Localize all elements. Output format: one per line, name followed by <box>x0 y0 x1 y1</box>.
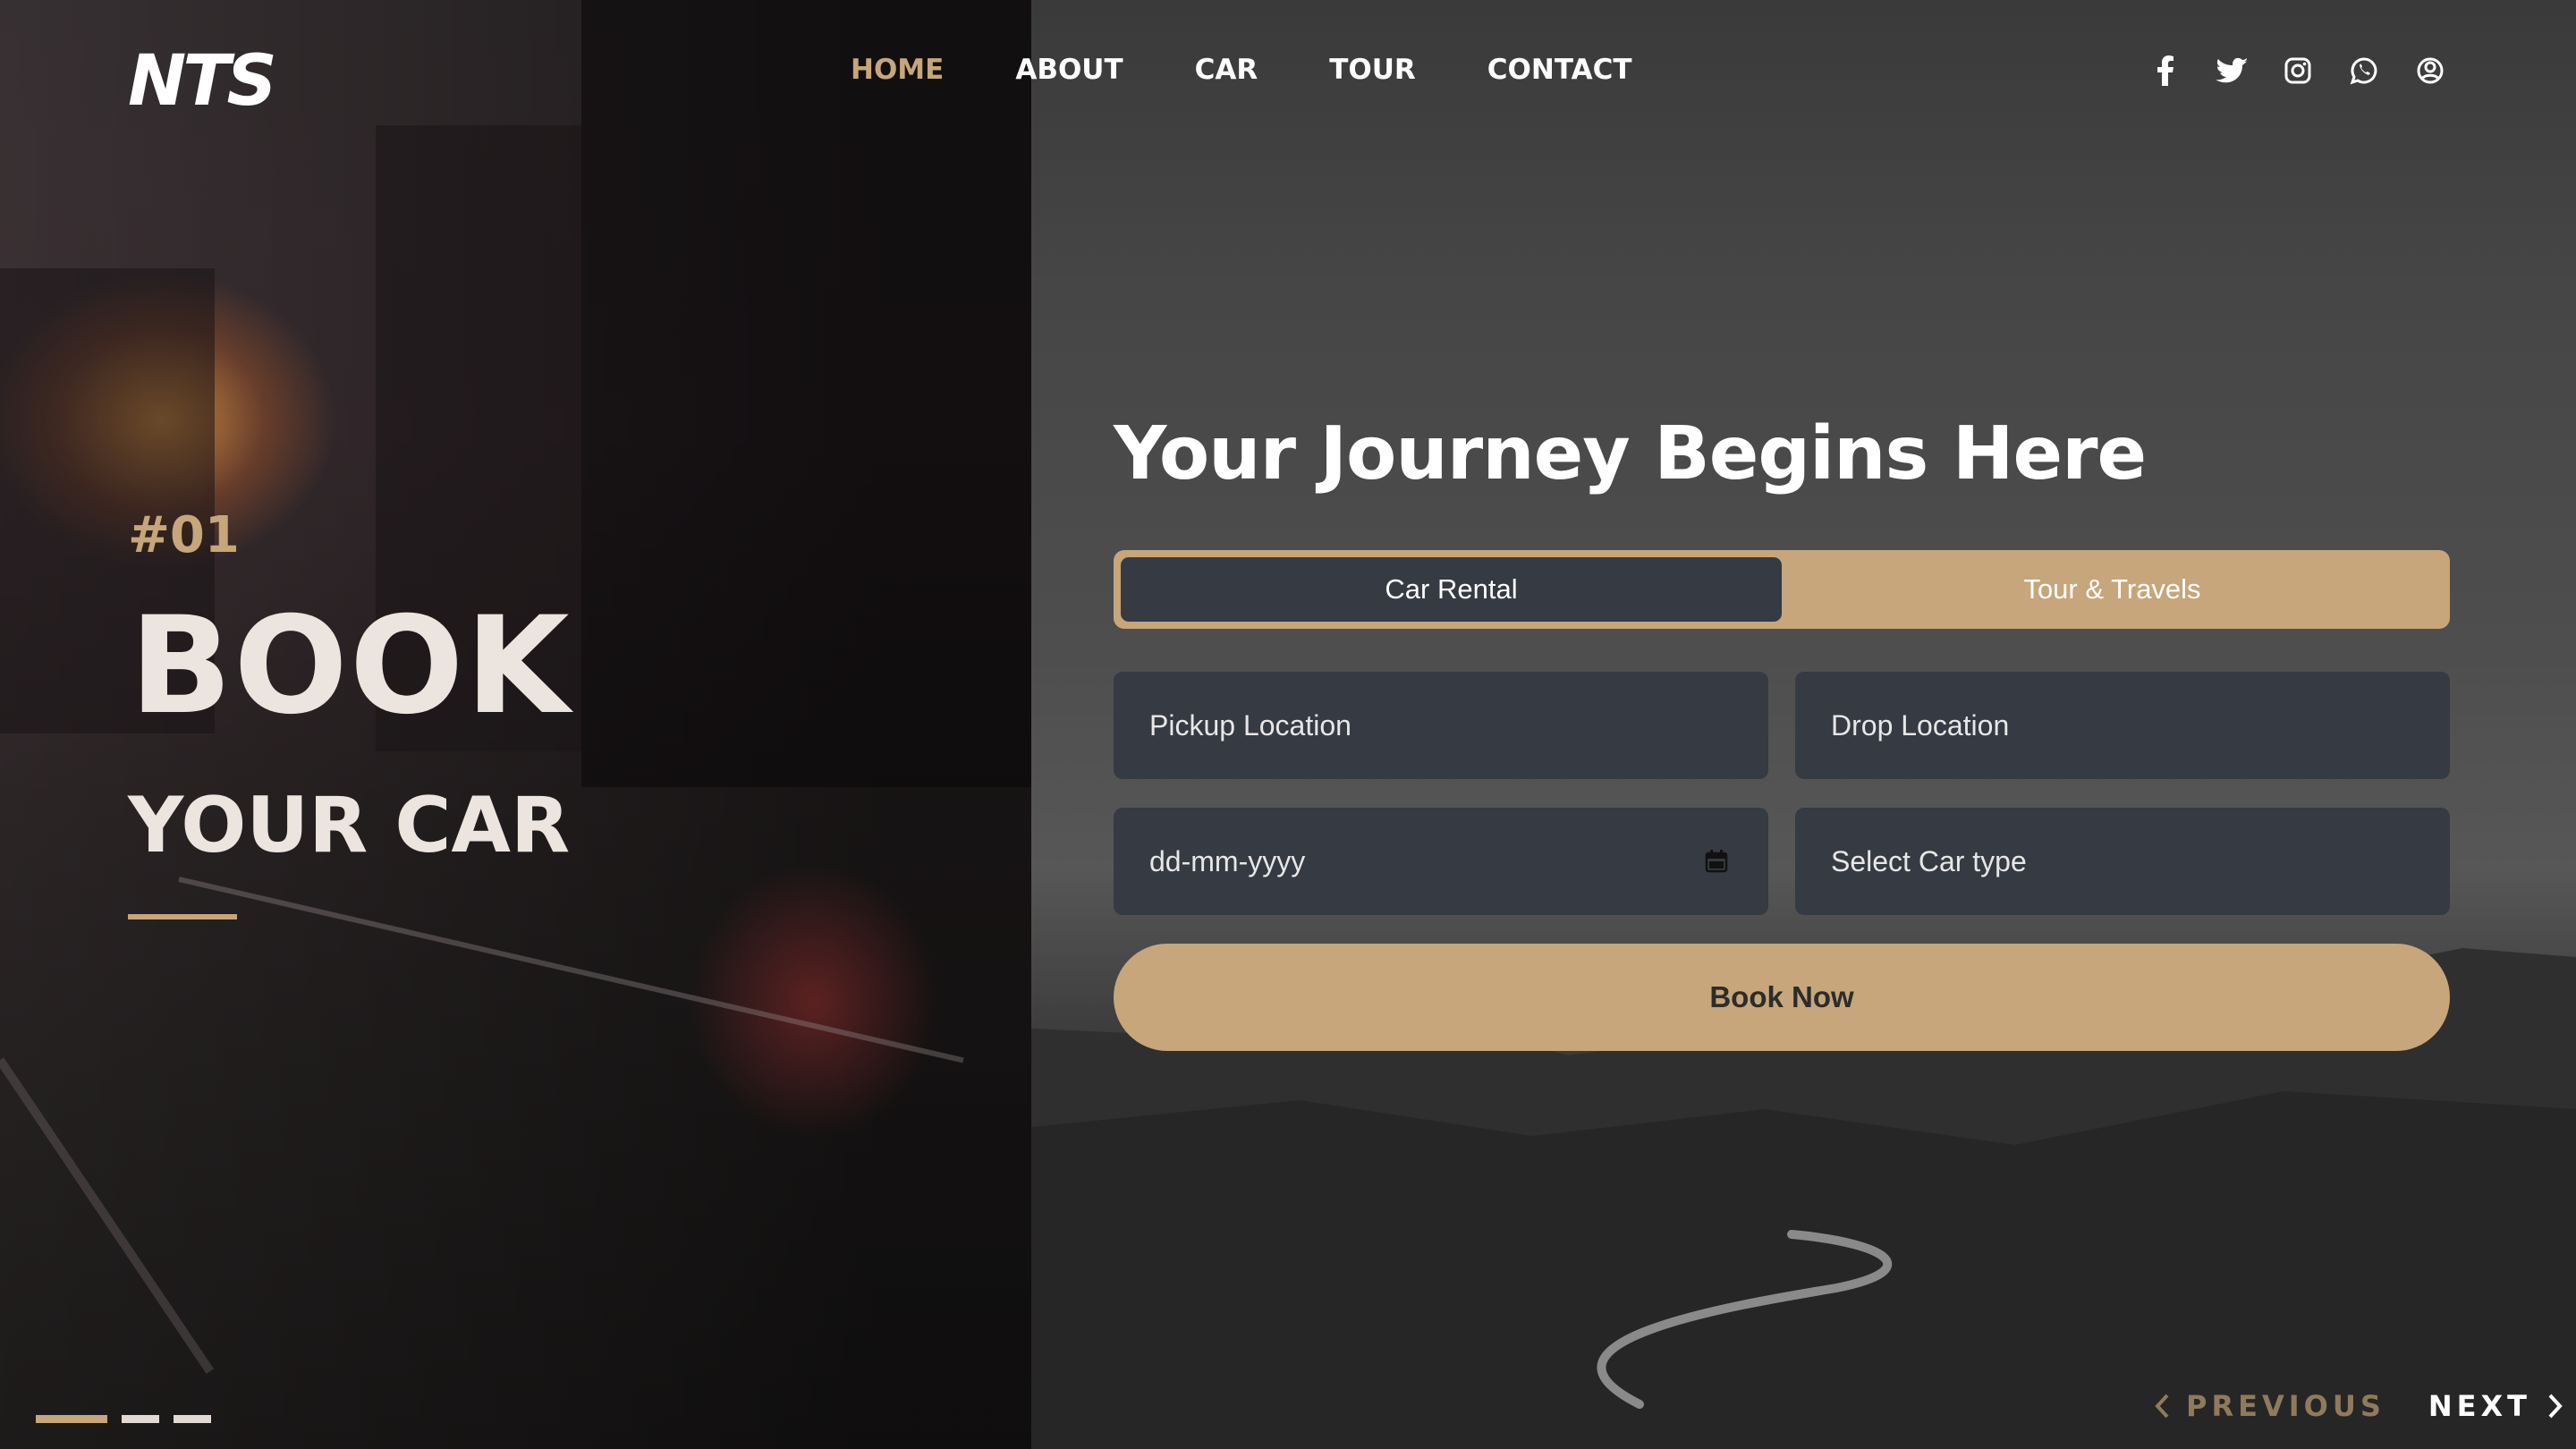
social-links <box>2148 54 2447 88</box>
nav-item-home[interactable]: HOME <box>851 54 944 86</box>
hero-divider <box>128 914 237 919</box>
drop-location-input[interactable]: Drop Location <box>1795 672 2450 779</box>
previous-button[interactable]: PREVIOUS <box>2154 1389 2385 1423</box>
car-type-select[interactable]: Select Car type <box>1795 808 2450 915</box>
chevron-left-icon <box>2155 1394 2169 1419</box>
hero-title: BOOK <box>130 589 572 744</box>
nav-item-about[interactable]: ABOUT <box>1015 54 1123 86</box>
user-icon[interactable] <box>2413 54 2447 88</box>
next-label: NEXT <box>2428 1389 2531 1423</box>
building-silhouette <box>581 0 1031 787</box>
booking-tabs: Car Rental Tour & Travels <box>1114 550 2450 629</box>
drop-location-placeholder: Drop Location <box>1831 708 2010 741</box>
slide-pager: PREVIOUS NEXT <box>2154 1389 2563 1423</box>
hero-subtitle: YOUR CAR <box>128 781 571 870</box>
slide-number: #01 <box>128 506 240 564</box>
main-nav: HOME ABOUT CAR TOUR CONTACT <box>851 54 1631 86</box>
book-now-button[interactable]: Book Now <box>1114 944 2450 1051</box>
whatsapp-icon[interactable] <box>2347 54 2381 88</box>
car-type-placeholder: Select Car type <box>1831 844 2027 877</box>
tab-tour-travels[interactable]: Tour & Travels <box>1782 557 2443 622</box>
facebook-icon[interactable] <box>2148 54 2182 88</box>
instagram-icon[interactable] <box>2281 54 2315 88</box>
date-placeholder: dd-mm-yyyy <box>1149 844 1306 877</box>
date-input[interactable]: dd-mm-yyyy <box>1114 808 1768 915</box>
slide-indicator-2[interactable] <box>122 1415 159 1423</box>
pickup-location-placeholder: Pickup Location <box>1149 708 1352 741</box>
brand-logo[interactable]: NTS <box>128 41 277 122</box>
next-button[interactable]: NEXT <box>2428 1389 2563 1423</box>
nav-item-car[interactable]: CAR <box>1195 54 1258 86</box>
twitter-icon[interactable] <box>2215 54 2249 88</box>
calendar-icon[interactable] <box>1705 850 1728 873</box>
slide-indicators <box>36 1415 211 1423</box>
slide-indicator-1[interactable] <box>36 1415 107 1423</box>
pickup-location-input[interactable]: Pickup Location <box>1114 672 1768 779</box>
booking-title: Your Journey Begins Here <box>1114 411 2147 496</box>
road-marking <box>178 877 964 1063</box>
tab-car-rental[interactable]: Car Rental <box>1121 557 1782 622</box>
nav-item-tour[interactable]: TOUR <box>1329 54 1416 86</box>
road-curb <box>0 1057 215 1374</box>
slide-indicator-3[interactable] <box>174 1415 211 1423</box>
nav-item-contact[interactable]: CONTACT <box>1487 54 1632 86</box>
previous-label: PREVIOUS <box>2186 1389 2385 1423</box>
chevron-right-icon <box>2548 1394 2563 1419</box>
